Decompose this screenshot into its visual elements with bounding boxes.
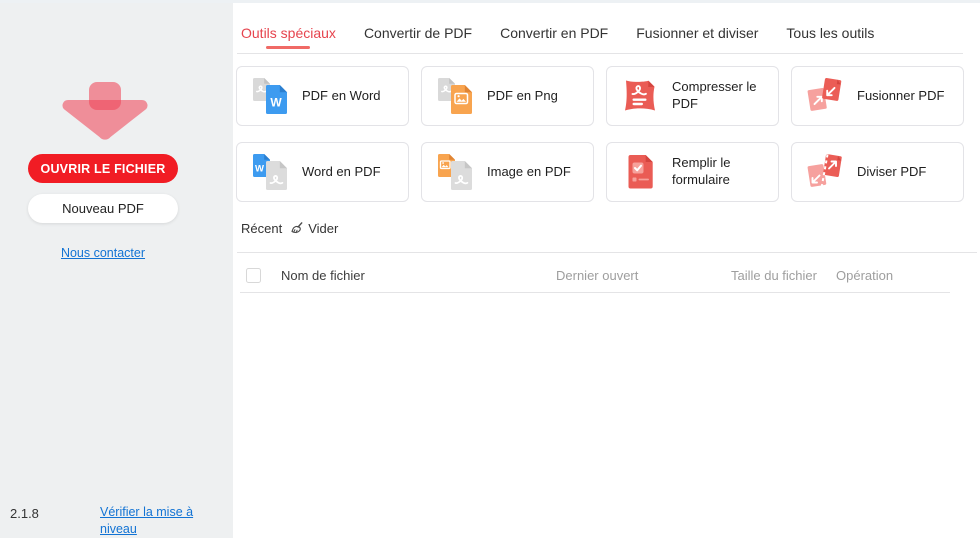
clear-recent-label: Vider bbox=[308, 221, 339, 236]
recent-divider bbox=[237, 252, 977, 253]
tool-label: Diviser PDF bbox=[857, 163, 927, 179]
word-to-pdf-icon: W bbox=[253, 154, 287, 190]
column-header-filename: Nom de fichier bbox=[281, 268, 365, 283]
tool-label: Fusionner PDF bbox=[857, 87, 945, 103]
tool-label: Image en PDF bbox=[487, 163, 571, 179]
svg-text:W: W bbox=[270, 96, 282, 110]
main-panel: Outils spéciaux Convertir de PDF Convert… bbox=[233, 3, 980, 538]
tool-label: Compresser le PDF bbox=[672, 79, 757, 111]
contact-us-link[interactable]: Nous contacter bbox=[61, 246, 145, 260]
tool-compress-pdf[interactable]: Compresser le PDF bbox=[606, 66, 779, 126]
open-file-button[interactable]: OUVRIR LE FICHIER bbox=[28, 154, 178, 183]
svg-text:W: W bbox=[255, 164, 264, 175]
merge-pdf-icon bbox=[807, 78, 842, 111]
select-all-checkbox[interactable] bbox=[246, 268, 261, 283]
tool-pdf-to-png[interactable]: PDF en Png bbox=[421, 66, 594, 126]
active-tab-underline bbox=[266, 46, 311, 49]
broom-icon bbox=[291, 222, 303, 234]
tool-label: Word en PDF bbox=[302, 163, 381, 179]
tool-label: PDF en Word bbox=[302, 87, 381, 103]
version-label: 2.1.8 bbox=[10, 506, 39, 521]
pdf-to-word-icon: W bbox=[253, 78, 287, 114]
tools-grid: W PDF en Word PDF en Png Compresser le P… bbox=[236, 66, 964, 202]
column-header-file-size: Taille du fichier bbox=[731, 268, 817, 283]
tool-label: Remplir le formulaire bbox=[672, 155, 731, 187]
table-header-divider bbox=[240, 292, 950, 293]
tool-label: PDF en Png bbox=[487, 87, 558, 103]
recent-section-header: Récent Vider bbox=[241, 221, 338, 236]
sidebar: OUVRIR LE FICHIER Nouveau PDF Nous conta… bbox=[0, 3, 233, 538]
tool-pdf-to-word[interactable]: W PDF en Word bbox=[236, 66, 409, 126]
tool-word-to-pdf[interactable]: W Word en PDF bbox=[236, 142, 409, 202]
app-window: OUVRIR LE FICHIER Nouveau PDF Nous conta… bbox=[0, 0, 980, 538]
clear-recent-button[interactable]: Vider bbox=[289, 221, 338, 236]
tab-label: Outils spéciaux bbox=[241, 25, 336, 41]
tool-image-to-pdf[interactable]: Image en PDF bbox=[421, 142, 594, 202]
tab-special-tools[interactable]: Outils spéciaux bbox=[241, 25, 336, 49]
fill-form-icon bbox=[628, 155, 653, 189]
download-arrow-icon bbox=[62, 82, 148, 140]
tab-bar: Outils spéciaux Convertir de PDF Convert… bbox=[241, 25, 874, 49]
image-to-pdf-icon bbox=[438, 154, 472, 190]
check-upgrade-link[interactable]: Vérifier la mise à niveau bbox=[100, 505, 193, 536]
recent-title: Récent bbox=[241, 221, 283, 236]
pdf-to-png-icon bbox=[438, 78, 472, 114]
tool-split-pdf[interactable]: Diviser PDF bbox=[791, 142, 964, 202]
tab-convert-from-pdf[interactable]: Convertir de PDF bbox=[364, 25, 472, 43]
tab-convert-to-pdf[interactable]: Convertir en PDF bbox=[500, 25, 608, 43]
tool-merge-pdf[interactable]: Fusionner PDF bbox=[791, 66, 964, 126]
tabs-divider bbox=[237, 53, 963, 54]
new-pdf-button[interactable]: Nouveau PDF bbox=[28, 194, 178, 223]
recent-files-table-header: Nom de fichier Dernier ouvert Taille du … bbox=[233, 261, 980, 291]
tab-all-tools[interactable]: Tous les outils bbox=[786, 25, 874, 43]
tab-merge-split[interactable]: Fusionner et diviser bbox=[636, 25, 758, 43]
column-header-operation: Opération bbox=[836, 268, 894, 283]
split-pdf-icon bbox=[807, 154, 842, 189]
column-header-last-opened: Dernier ouvert bbox=[556, 268, 639, 283]
compress-pdf-icon bbox=[625, 80, 655, 111]
tool-fill-form[interactable]: Remplir le formulaire bbox=[606, 142, 779, 202]
